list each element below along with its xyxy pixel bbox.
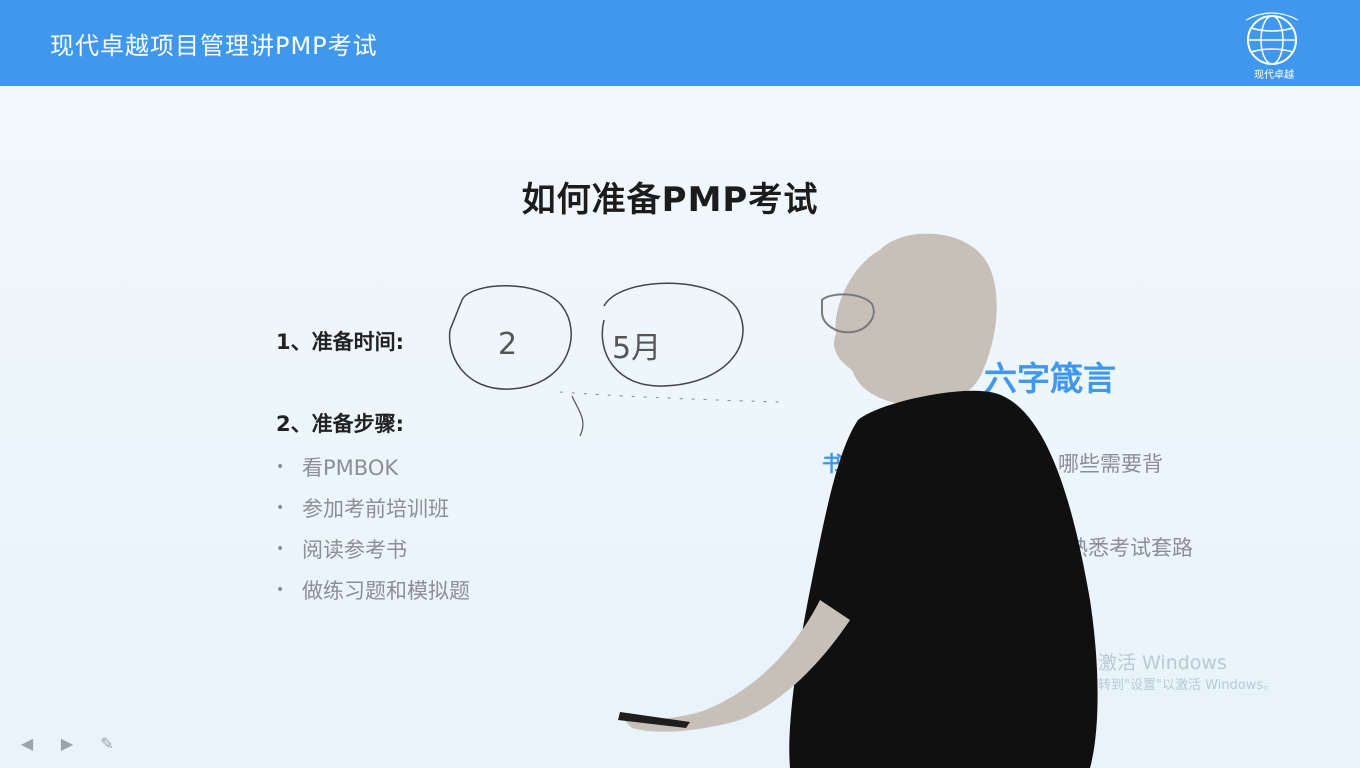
- slide-title: 如何准备PMP考试: [521, 180, 819, 220]
- steps-list: • 看PMBOK • 参加考前培训班 • 阅读参考书 • 做练习题和模拟题: [276, 446, 470, 610]
- prep-time-heading: 1、准备时间:: [276, 330, 405, 354]
- bullet-icon: •: [276, 458, 285, 475]
- motto-line1-text: 么、哪些需要背: [1016, 452, 1163, 476]
- bullet-icon: •: [276, 540, 285, 557]
- prep-steps-heading: 2、准备步骤:: [276, 412, 405, 436]
- step-text: 看PMBOK: [302, 455, 399, 480]
- pen-icon[interactable]: ✎: [94, 730, 120, 756]
- activate-windows-subtitle: 转到"设置"以激活 Windows。: [1098, 678, 1277, 693]
- next-slide-icon[interactable]: ▶: [54, 730, 80, 756]
- step-text: 参加考前培训班: [302, 496, 449, 521]
- list-item: • 参加考前培训班: [276, 487, 470, 528]
- motto-line1-prefix: 书看: [822, 452, 864, 476]
- logo-label: 现代卓越: [1254, 70, 1294, 81]
- list-item: • 阅读参考书: [276, 528, 470, 569]
- bullet-icon: •: [276, 499, 285, 516]
- list-item: • 看PMBOK: [276, 446, 470, 487]
- step-text: 阅读参考书: [302, 537, 407, 562]
- previous-slide-icon[interactable]: ◀: [14, 730, 40, 756]
- course-title: 现代卓越项目管理讲PMP考试: [50, 32, 378, 60]
- step-text: 做练习题和模拟题: [302, 578, 470, 603]
- slide-header: 现代卓越项目管理讲PMP考试 现代卓越: [0, 0, 1360, 86]
- motto-heading: 六字箴言: [984, 359, 1116, 398]
- motto-line2-prefix: 题: [822, 536, 843, 560]
- bullet-icon: •: [276, 581, 285, 598]
- motto-line2-text: ，熟悉考试套路: [1046, 536, 1193, 560]
- activate-windows-title: 激活 Windows: [1098, 652, 1227, 674]
- list-item: • 做练习题和模拟题: [276, 569, 470, 610]
